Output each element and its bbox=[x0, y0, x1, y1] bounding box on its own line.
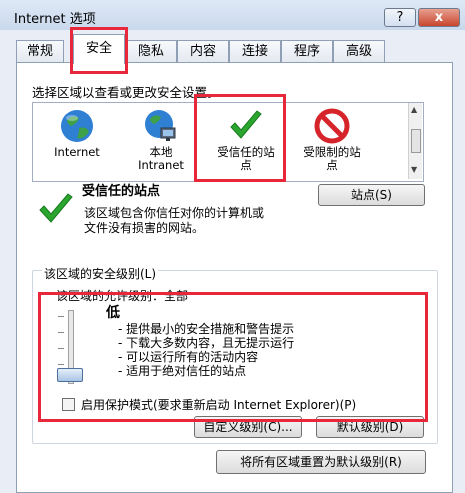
checkmark-icon bbox=[228, 108, 264, 144]
slider-tick bbox=[58, 316, 64, 317]
zone-description: 该区域包含你信任对你的计算机或 文件没有损害的网站。 bbox=[84, 206, 304, 236]
scroll-down-icon[interactable]: ▼ bbox=[411, 165, 417, 174]
trusted-checkmark-icon bbox=[38, 192, 74, 226]
tab-advanced[interactable]: 高级 bbox=[333, 40, 385, 62]
scroll-up-icon[interactable]: ▲ bbox=[411, 105, 417, 114]
default-level-button[interactable]: 默认级别(D) bbox=[316, 416, 424, 438]
zone-description-line-1: 该区域包含你信任对你的计算机或 bbox=[84, 206, 265, 220]
slider-tick bbox=[58, 348, 64, 349]
protected-mode-checkbox[interactable] bbox=[62, 398, 75, 411]
restricted-icon bbox=[314, 108, 350, 144]
help-button[interactable]: ? bbox=[384, 8, 416, 27]
level-detail-item: - 下载大多数内容，且无提示运行 bbox=[118, 336, 295, 350]
zone-trusted-sites[interactable]: 受信任的站 点 bbox=[205, 103, 287, 172]
window-title: Internet 选项 bbox=[14, 12, 96, 27]
protected-mode-label: 启用保护模式(要求重新启动 Internet Explorer)(P) bbox=[81, 398, 357, 412]
tab-security[interactable]: 安全 bbox=[73, 34, 125, 64]
protected-mode-row[interactable]: 启用保护模式(要求重新启动 Internet Explorer)(P) bbox=[62, 396, 356, 413]
scroll-thumb[interactable] bbox=[411, 129, 421, 153]
zone-restricted-label-2: 点 bbox=[326, 158, 338, 172]
tab-programs[interactable]: 程序 bbox=[281, 40, 333, 62]
globe-icon bbox=[59, 108, 95, 144]
reset-all-zones-button[interactable]: 将所有区域重置为默认级别(R) bbox=[216, 450, 426, 474]
level-detail-item: - 提供最小的安全措施和警告提示 bbox=[118, 322, 295, 336]
zone-list-scrollbar[interactable]: ▲ ▼ bbox=[408, 103, 422, 179]
sites-button[interactable]: 站点(S) bbox=[318, 184, 425, 206]
security-level-legend: 该区域的安全级别(L) bbox=[42, 265, 159, 282]
zone-trusted-label-2: 点 bbox=[240, 158, 252, 172]
tab-content[interactable]: 内容 bbox=[177, 40, 229, 62]
tab-general[interactable]: 常规 bbox=[16, 40, 64, 62]
zone-list[interactable]: Internet 本地 Intranet 受信任的站 点 受限制的站 点 bbox=[32, 102, 424, 182]
custom-level-button[interactable]: 自定义级别(C)... bbox=[194, 416, 302, 438]
tab-privacy[interactable]: 隐私 bbox=[125, 40, 177, 62]
close-button[interactable]: x bbox=[418, 8, 460, 27]
security-level-name: 低 bbox=[106, 305, 120, 321]
level-detail-item: - 可以运行所有的活动内容 bbox=[118, 350, 259, 364]
slider-tick bbox=[58, 364, 64, 365]
intranet-globe-icon bbox=[143, 108, 179, 144]
slider-tick bbox=[58, 332, 64, 333]
zone-internet[interactable]: Internet bbox=[37, 103, 117, 159]
level-detail-item: - 适用于绝对信任的站点 bbox=[118, 364, 247, 378]
zone-select-prompt: 选择区域以查看或更改安全设置。 bbox=[32, 85, 220, 100]
security-level-details: - 提供最小的安全措施和警告提示 - 下载大多数内容，且无提示运行 - 可以运行… bbox=[118, 322, 294, 378]
zone-internet-label: Internet bbox=[54, 145, 100, 159]
zone-restricted-sites[interactable]: 受限制的站 点 bbox=[289, 103, 375, 172]
zone-local-intranet[interactable]: 本地 Intranet bbox=[121, 103, 201, 172]
security-slider-thumb[interactable] bbox=[57, 368, 83, 382]
tab-connections[interactable]: 连接 bbox=[229, 40, 281, 62]
allowed-levels-text: 该区域的允许级别：全部 bbox=[56, 289, 189, 303]
zone-title: 受信任的站点 bbox=[82, 184, 161, 199]
zone-description-line-2: 文件没有损害的网站。 bbox=[84, 221, 205, 235]
zone-intranet-label-2: Intranet bbox=[138, 158, 184, 172]
